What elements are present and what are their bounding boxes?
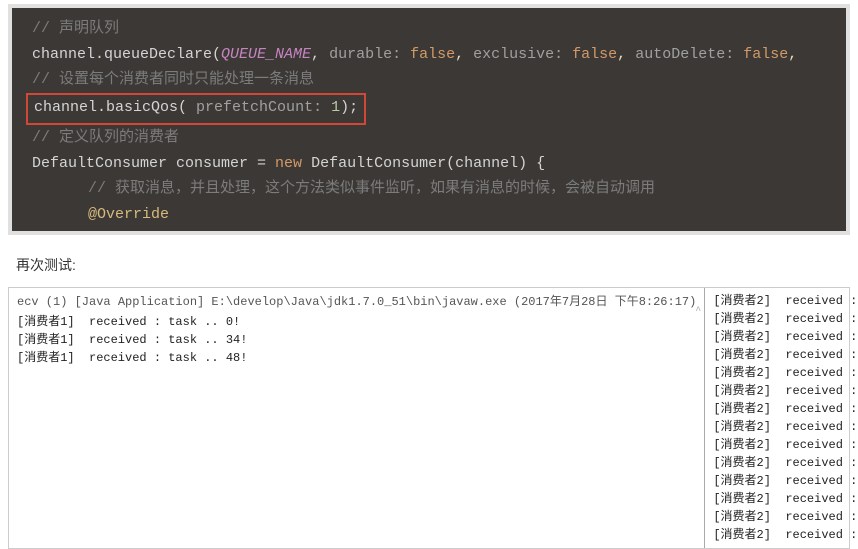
- console-line: [消费者2] received : task .. 42!: [713, 418, 858, 436]
- code-annotation: @Override: [32, 202, 826, 228]
- section-label: 再次测试:: [16, 255, 842, 275]
- console-line: [消费者1] received : task .. 34!: [17, 331, 696, 349]
- console-left: ecv (1) [Java Application] E:\develop\Ja…: [9, 288, 705, 548]
- console-line: [消费者2] received : task .. 39!: [713, 364, 858, 382]
- console-line: [消费者2] received : task .. 43!: [713, 436, 858, 454]
- code-line-consumer: DefaultConsumer consumer = new DefaultCo…: [32, 151, 826, 177]
- console-line: [消费者2] received : task .. 37!: [713, 328, 858, 346]
- console-output: ecv (1) [Java Application] E:\develop\Ja…: [8, 287, 850, 549]
- console-line: [消费者2] received : task .. 45!: [713, 472, 858, 490]
- console-line: [消费者2] received : task .. 46!: [713, 490, 858, 508]
- console-line: [消费者2] received : task .. 35!: [713, 292, 858, 310]
- code-comment-1: // 声明队列: [32, 16, 826, 42]
- console-line: [消费者1] received : task .. 0!: [17, 313, 696, 331]
- console-right: [消费者2] received : task .. 35![消费者2] rece…: [705, 288, 858, 548]
- highlighted-code-box: channel.basicQos( prefetchCount: 1);: [26, 93, 366, 126]
- console-line: [消费者2] received : task .. 36!: [713, 310, 858, 328]
- console-line: [消费者2] received : task .. 44!: [713, 454, 858, 472]
- console-line: [消费者2] received : task .. 49!: [713, 526, 858, 544]
- console-line: [消费者2] received : task .. 40!: [713, 382, 858, 400]
- code-line-queuedeclare: channel.queueDeclare(QUEUE_NAME, durable…: [32, 42, 826, 68]
- code-comment-3: // 定义队列的消费者: [32, 125, 826, 151]
- code-editor: // 声明队列 channel.queueDeclare(QUEUE_NAME,…: [8, 4, 850, 235]
- console-line: [消费者2] received : task .. 38!: [713, 346, 858, 364]
- code-comment-2: // 设置每个消费者同时只能处理一条消息: [32, 67, 826, 93]
- code-line-basicqos: channel.basicQos( prefetchCount: 1);: [32, 93, 826, 126]
- console-line: [消费者2] received : task .. 41!: [713, 400, 858, 418]
- console-line: [消费者1] received : task .. 48!: [17, 349, 696, 367]
- scroll-indicator-icon: ^: [695, 306, 701, 317]
- console-line: [消费者2] received : task .. 47!: [713, 508, 858, 526]
- console-header: ecv (1) [Java Application] E:\develop\Ja…: [17, 292, 696, 309]
- code-comment-4: // 获取消息，并且处理，这个方法类似事件监听，如果有消息的时候，会被自动调用: [32, 176, 826, 202]
